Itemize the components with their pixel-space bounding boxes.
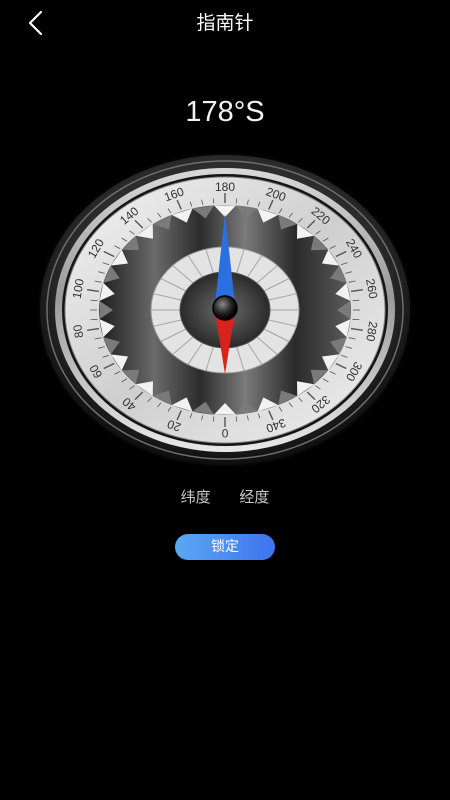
lock-button[interactable]: 锁定	[175, 534, 275, 560]
heading-readout: 178°S	[185, 96, 265, 128]
longitude-label: 经度	[239, 488, 270, 506]
top-bar: 指南针	[0, 0, 450, 46]
coordinates-row: 纬度 经度	[0, 486, 450, 507]
compass-graphic: 180 2002202402602803003203400204060801001…	[38, 153, 412, 467]
dial-label: 180	[215, 180, 235, 194]
page-title: 指南针	[196, 12, 254, 34]
dial-label: 0	[221, 426, 228, 440]
needle-hub	[212, 295, 238, 321]
dial-label: 80	[70, 323, 86, 339]
latitude-label: 纬度	[180, 488, 211, 506]
compass-dial: 180 200 220 240 260 280 300 320 340 0 20 40 60 80 100 1…	[38, 152, 412, 468]
